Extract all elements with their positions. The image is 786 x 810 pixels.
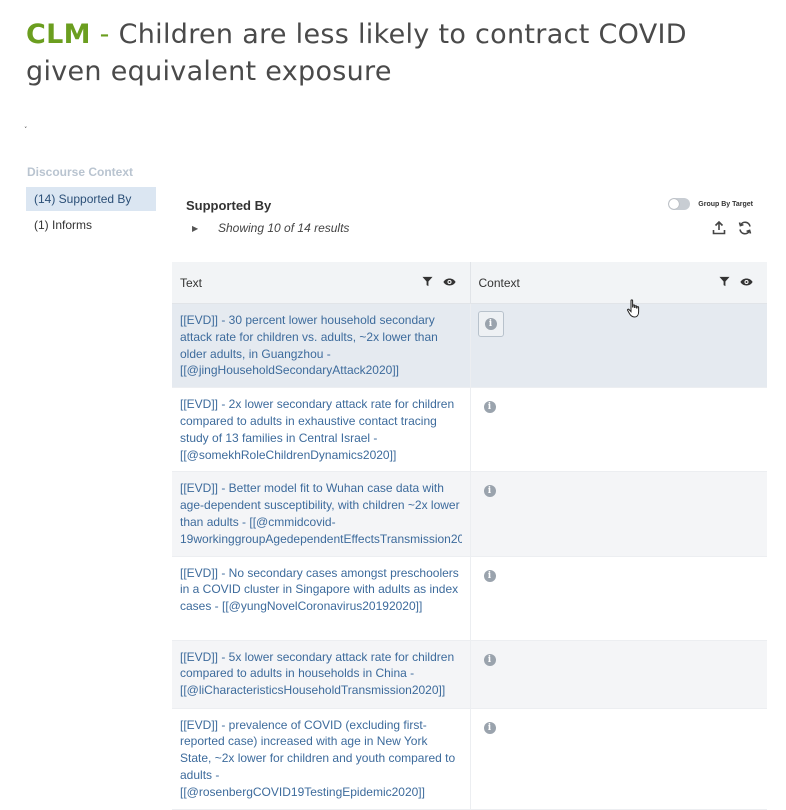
panel-header: Supported By Group By Target ▶ Showing 1… xyxy=(172,192,767,262)
column-header-context: Context xyxy=(470,262,767,304)
context-info-button[interactable]: i xyxy=(477,311,504,337)
text-cell: [[EVD]] - prevalence of COVID (excluding… xyxy=(172,708,471,810)
title-prefix: CLM xyxy=(26,19,91,50)
info-icon: i xyxy=(483,401,496,414)
panel-title: Supported By xyxy=(186,198,272,213)
title-mark: ˯ xyxy=(24,118,28,129)
refresh-icon[interactable] xyxy=(737,220,753,236)
text-cell: [[EVD]] - 30 percent lower household sec… xyxy=(172,303,471,389)
filter-icon[interactable] xyxy=(719,276,730,290)
mouse-cursor-icon xyxy=(626,299,642,324)
evidence-link[interactable]: [[EVD]] - No secondary cases amongst pre… xyxy=(180,565,462,615)
eye-icon[interactable] xyxy=(740,276,753,290)
group-by-target-control: Group By Target xyxy=(668,198,753,210)
group-by-target-label: Group By Target xyxy=(698,200,753,208)
column-header-label: Context xyxy=(478,275,520,290)
sidebar-item-label: (1) Informs xyxy=(34,218,93,232)
context-info-button[interactable]: i xyxy=(478,648,502,672)
sidebar-item-label: (14) Supported By xyxy=(34,192,132,206)
context-cell: i xyxy=(470,471,767,557)
table-row[interactable]: [[EVD]] - No secondary cases amongst pre… xyxy=(172,556,767,641)
column-header-label: Text xyxy=(180,275,203,290)
context-info-button[interactable]: i xyxy=(478,395,502,419)
eye-icon[interactable] xyxy=(442,276,456,290)
text-cell: [[EVD]] - 2x lower secondary attack rate… xyxy=(172,387,471,473)
evidence-link[interactable]: [[EVD]] - Better model fit to Wuhan case… xyxy=(180,480,462,547)
filter-icon[interactable] xyxy=(421,276,433,290)
panel-actions xyxy=(711,220,753,236)
context-info-button[interactable]: i xyxy=(478,716,502,740)
evidence-link[interactable]: [[EVD]] - 5x lower secondary attack rate… xyxy=(180,649,462,699)
group-by-target-toggle[interactable] xyxy=(668,198,691,210)
sidebar-heading: Discourse Context xyxy=(27,165,134,179)
info-icon: i xyxy=(483,485,496,498)
evidence-link[interactable]: [[EVD]] - 30 percent lower household sec… xyxy=(180,312,462,379)
results-count: Showing 10 of 14 results xyxy=(218,221,350,235)
results-panel: Supported By Group By Target ▶ Showing 1… xyxy=(172,192,767,810)
text-cell: [[EVD]] - Better model fit to Wuhan case… xyxy=(172,471,471,557)
page-title: CLM - Children are less likely to contra… xyxy=(26,16,726,90)
table-row[interactable]: [[EVD]] - 30 percent lower household sec… xyxy=(172,303,767,389)
upload-icon[interactable] xyxy=(711,220,727,236)
context-cell: i xyxy=(470,387,767,473)
info-icon: i xyxy=(483,721,496,734)
title-text: Children are less likely to contract COV… xyxy=(26,19,687,87)
text-cell: [[EVD]] - 5x lower secondary attack rate… xyxy=(172,640,471,709)
title-separator: - xyxy=(90,19,119,50)
context-cell: i xyxy=(470,640,767,709)
evidence-link[interactable]: [[EVD]] - 2x lower secondary attack rate… xyxy=(180,396,462,463)
sidebar: Discourse Context (14) Supported By (1) … xyxy=(26,160,156,239)
sidebar-item-supported-by[interactable]: (14) Supported By xyxy=(26,187,156,211)
info-icon: i xyxy=(483,569,496,582)
results-table: Text Context [[EVD]] - 30 percent lower … xyxy=(172,262,767,810)
info-icon: i xyxy=(483,653,496,666)
text-cell: [[EVD]] - No secondary cases amongst pre… xyxy=(172,556,471,641)
column-header-text: Text xyxy=(172,262,471,304)
context-cell: i xyxy=(470,556,767,641)
context-cell: i xyxy=(470,708,767,810)
evidence-link[interactable]: [[EVD]] - prevalence of COVID (excluding… xyxy=(180,717,462,801)
table-row[interactable]: [[EVD]] - 5x lower secondary attack rate… xyxy=(172,640,767,709)
table-row[interactable]: [[EVD]] - prevalence of COVID (excluding… xyxy=(172,708,767,810)
info-icon: i xyxy=(484,318,497,330)
expand-caret-icon[interactable]: ▶ xyxy=(192,224,198,233)
context-info-button[interactable]: i xyxy=(478,479,502,503)
sidebar-item-informs[interactable]: (1) Informs xyxy=(26,213,156,237)
table-row[interactable]: [[EVD]] - Better model fit to Wuhan case… xyxy=(172,471,767,557)
table-header-row: Text Context xyxy=(172,262,767,304)
context-info-button[interactable]: i xyxy=(478,564,502,588)
context-cell: i xyxy=(470,303,767,389)
table-row[interactable]: [[EVD]] - 2x lower secondary attack rate… xyxy=(172,387,767,473)
